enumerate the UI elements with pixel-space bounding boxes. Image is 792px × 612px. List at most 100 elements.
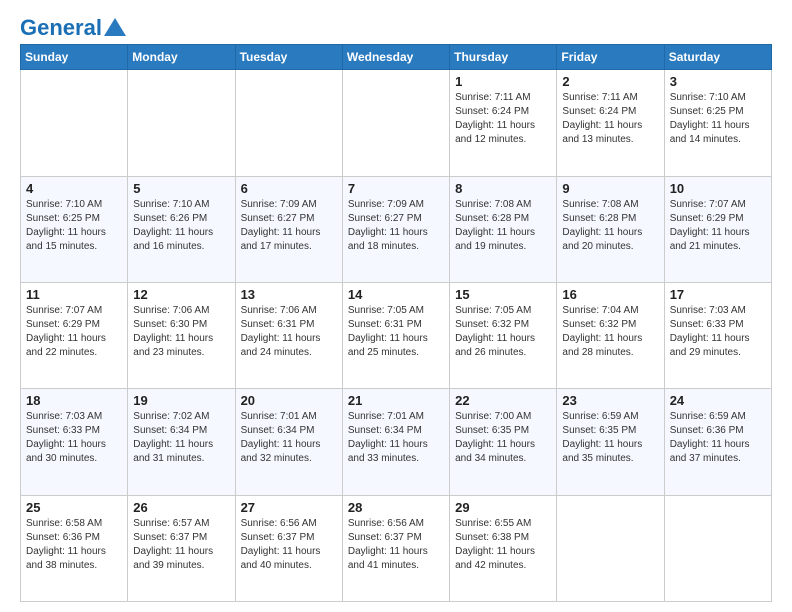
day-number: 17 xyxy=(670,287,766,302)
week-row-5: 25 Sunrise: 6:58 AM Sunset: 6:36 PM Dayli… xyxy=(21,495,772,601)
day-info: Sunrise: 7:01 AM Sunset: 6:34 PM Dayligh… xyxy=(348,410,444,466)
day-info: Sunrise: 7:10 AM Sunset: 6:25 PM Dayligh… xyxy=(26,198,122,254)
day-number: 2 xyxy=(562,74,658,89)
day-header-sunday: Sunday xyxy=(21,45,128,70)
day-number: 27 xyxy=(241,500,337,515)
day-info: Sunrise: 7:06 AM Sunset: 6:30 PM Dayligh… xyxy=(133,304,229,360)
logo-text: General xyxy=(20,16,102,40)
day-info: Sunrise: 6:56 AM Sunset: 6:37 PM Dayligh… xyxy=(348,517,444,573)
day-info: Sunrise: 7:03 AM Sunset: 6:33 PM Dayligh… xyxy=(26,410,122,466)
calendar-cell: 16 Sunrise: 7:04 AM Sunset: 6:32 PM Dayli… xyxy=(557,282,664,388)
day-header-wednesday: Wednesday xyxy=(342,45,449,70)
day-info: Sunrise: 7:04 AM Sunset: 6:32 PM Dayligh… xyxy=(562,304,658,360)
day-info: Sunrise: 6:59 AM Sunset: 6:35 PM Dayligh… xyxy=(562,410,658,466)
day-header-monday: Monday xyxy=(128,45,235,70)
day-info: Sunrise: 7:05 AM Sunset: 6:31 PM Dayligh… xyxy=(348,304,444,360)
calendar-cell: 12Sunrise: 7:06 AM Sunset: 6:30 PM Dayli… xyxy=(128,282,235,388)
week-row-3: 11 Sunrise: 7:07 AM Sunset: 6:29 PM Dayli… xyxy=(21,282,772,388)
day-number: 11 xyxy=(26,287,122,302)
week-row-4: 18 Sunrise: 7:03 AM Sunset: 6:33 PM Dayli… xyxy=(21,389,772,495)
calendar-cell: 6 Sunrise: 7:09 AM Sunset: 6:27 PM Daylig… xyxy=(235,176,342,282)
day-number: 7 xyxy=(348,181,444,196)
day-number: 9 xyxy=(562,181,658,196)
calendar-table: SundayMondayTuesdayWednesdayThursdayFrid… xyxy=(20,44,772,602)
day-info: Sunrise: 7:09 AM Sunset: 6:27 PM Dayligh… xyxy=(348,198,444,254)
day-number: 18 xyxy=(26,393,122,408)
day-number: 25 xyxy=(26,500,122,515)
day-number: 28 xyxy=(348,500,444,515)
day-number: 16 xyxy=(562,287,658,302)
week-row-1: 1 Sunrise: 7:11 AM Sunset: 6:24 PM Daylig… xyxy=(21,70,772,176)
day-info: Sunrise: 7:03 AM Sunset: 6:33 PM Dayligh… xyxy=(670,304,766,360)
day-number: 5 xyxy=(133,181,229,196)
calendar-cell: 27 Sunrise: 6:56 AM Sunset: 6:37 PM Dayli… xyxy=(235,495,342,601)
calendar-cell: 19 Sunrise: 7:02 AM Sunset: 6:34 PM Dayli… xyxy=(128,389,235,495)
calendar-cell xyxy=(664,495,771,601)
day-number: 6 xyxy=(241,181,337,196)
day-info: Sunrise: 7:01 AM Sunset: 6:34 PM Dayligh… xyxy=(241,410,337,466)
day-info: Sunrise: 6:56 AM Sunset: 6:37 PM Dayligh… xyxy=(241,517,337,573)
day-header-thursday: Thursday xyxy=(450,45,557,70)
calendar-cell: 18 Sunrise: 7:03 AM Sunset: 6:33 PM Dayli… xyxy=(21,389,128,495)
day-number: 29 xyxy=(455,500,551,515)
day-header-tuesday: Tuesday xyxy=(235,45,342,70)
calendar-cell: 5 Sunrise: 7:10 AM Sunset: 6:26 PM Daylig… xyxy=(128,176,235,282)
day-number: 24 xyxy=(670,393,766,408)
day-info: Sunrise: 7:10 AM Sunset: 6:25 PM Dayligh… xyxy=(670,91,766,147)
header: General xyxy=(20,16,772,36)
calendar-cell: 13Sunrise: 7:06 AM Sunset: 6:31 PM Dayli… xyxy=(235,282,342,388)
day-number: 19 xyxy=(133,393,229,408)
day-info: Sunrise: 6:57 AM Sunset: 6:37 PM Dayligh… xyxy=(133,517,229,573)
day-info: Sunrise: 7:07 AM Sunset: 6:29 PM Dayligh… xyxy=(26,304,122,360)
calendar-cell: 1 Sunrise: 7:11 AM Sunset: 6:24 PM Daylig… xyxy=(450,70,557,176)
day-number: 4 xyxy=(26,181,122,196)
day-info: Sunrise: 7:06 AM Sunset: 6:31 PM Dayligh… xyxy=(241,304,337,360)
calendar-cell: 24Sunrise: 6:59 AM Sunset: 6:36 PM Dayli… xyxy=(664,389,771,495)
day-number: 22 xyxy=(455,393,551,408)
day-info: Sunrise: 6:55 AM Sunset: 6:38 PM Dayligh… xyxy=(455,517,551,573)
day-number: 23 xyxy=(562,393,658,408)
calendar-header-row: SundayMondayTuesdayWednesdayThursdayFrid… xyxy=(21,45,772,70)
day-header-saturday: Saturday xyxy=(664,45,771,70)
day-info: Sunrise: 7:09 AM Sunset: 6:27 PM Dayligh… xyxy=(241,198,337,254)
day-number: 3 xyxy=(670,74,766,89)
logo: General xyxy=(20,16,126,36)
day-number: 20 xyxy=(241,393,337,408)
day-number: 21 xyxy=(348,393,444,408)
day-info: Sunrise: 7:00 AM Sunset: 6:35 PM Dayligh… xyxy=(455,410,551,466)
logo-icon xyxy=(104,18,126,36)
page: General SundayMondayTuesdayWednesdayThur… xyxy=(0,0,792,612)
day-info: Sunrise: 7:11 AM Sunset: 6:24 PM Dayligh… xyxy=(562,91,658,147)
day-number: 8 xyxy=(455,181,551,196)
calendar-cell: 10Sunrise: 7:07 AM Sunset: 6:29 PM Dayli… xyxy=(664,176,771,282)
calendar-cell: 11 Sunrise: 7:07 AM Sunset: 6:29 PM Dayli… xyxy=(21,282,128,388)
calendar-cell: 28 Sunrise: 6:56 AM Sunset: 6:37 PM Dayli… xyxy=(342,495,449,601)
calendar-cell: 15 Sunrise: 7:05 AM Sunset: 6:32 PM Dayli… xyxy=(450,282,557,388)
day-info: Sunrise: 7:08 AM Sunset: 6:28 PM Dayligh… xyxy=(562,198,658,254)
day-number: 14 xyxy=(348,287,444,302)
day-number: 10 xyxy=(670,181,766,196)
calendar-cell xyxy=(557,495,664,601)
calendar-cell xyxy=(342,70,449,176)
calendar-cell xyxy=(128,70,235,176)
day-info: Sunrise: 7:11 AM Sunset: 6:24 PM Dayligh… xyxy=(455,91,551,147)
calendar-cell: 20 Sunrise: 7:01 AM Sunset: 6:34 PM Dayli… xyxy=(235,389,342,495)
day-number: 1 xyxy=(455,74,551,89)
day-info: Sunrise: 7:10 AM Sunset: 6:26 PM Dayligh… xyxy=(133,198,229,254)
calendar-cell: 21 Sunrise: 7:01 AM Sunset: 6:34 PM Dayli… xyxy=(342,389,449,495)
calendar-cell xyxy=(21,70,128,176)
calendar-cell: 17 Sunrise: 7:03 AM Sunset: 6:33 PM Dayli… xyxy=(664,282,771,388)
day-info: Sunrise: 7:05 AM Sunset: 6:32 PM Dayligh… xyxy=(455,304,551,360)
calendar-cell xyxy=(235,70,342,176)
day-info: Sunrise: 7:02 AM Sunset: 6:34 PM Dayligh… xyxy=(133,410,229,466)
day-info: Sunrise: 6:58 AM Sunset: 6:36 PM Dayligh… xyxy=(26,517,122,573)
day-number: 15 xyxy=(455,287,551,302)
day-info: Sunrise: 7:08 AM Sunset: 6:28 PM Dayligh… xyxy=(455,198,551,254)
calendar-cell: 8 Sunrise: 7:08 AM Sunset: 6:28 PM Daylig… xyxy=(450,176,557,282)
calendar-cell: 7 Sunrise: 7:09 AM Sunset: 6:27 PM Daylig… xyxy=(342,176,449,282)
calendar-cell: 29 Sunrise: 6:55 AM Sunset: 6:38 PM Dayli… xyxy=(450,495,557,601)
calendar-cell: 22 Sunrise: 7:00 AM Sunset: 6:35 PM Dayli… xyxy=(450,389,557,495)
week-row-2: 4 Sunrise: 7:10 AM Sunset: 6:25 PM Daylig… xyxy=(21,176,772,282)
calendar-cell: 9 Sunrise: 7:08 AM Sunset: 6:28 PM Daylig… xyxy=(557,176,664,282)
calendar-cell: 4 Sunrise: 7:10 AM Sunset: 6:25 PM Daylig… xyxy=(21,176,128,282)
